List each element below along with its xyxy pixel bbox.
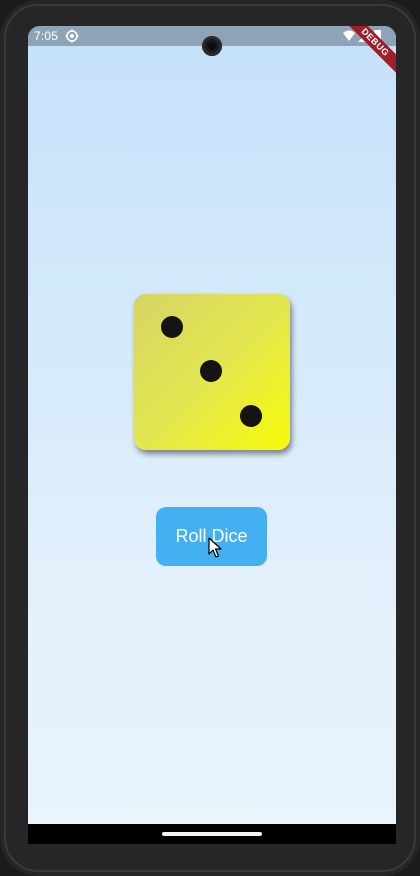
status-time: 7:05 [34,29,59,43]
dice-pip [200,360,222,382]
dice-face[interactable] [134,294,290,450]
dice-pip [240,405,262,427]
dice-pip [161,316,183,338]
phone-frame: 7:05 DEBUG Roll Dice [0,0,420,876]
front-camera [202,36,222,56]
mouse-cursor-icon [208,537,222,558]
settings-gear-icon [65,29,79,43]
navigation-bar [28,824,396,844]
app-screen: 7:05 DEBUG Roll Dice [28,26,396,826]
wifi-icon [343,30,355,41]
home-indicator[interactable] [162,832,262,836]
